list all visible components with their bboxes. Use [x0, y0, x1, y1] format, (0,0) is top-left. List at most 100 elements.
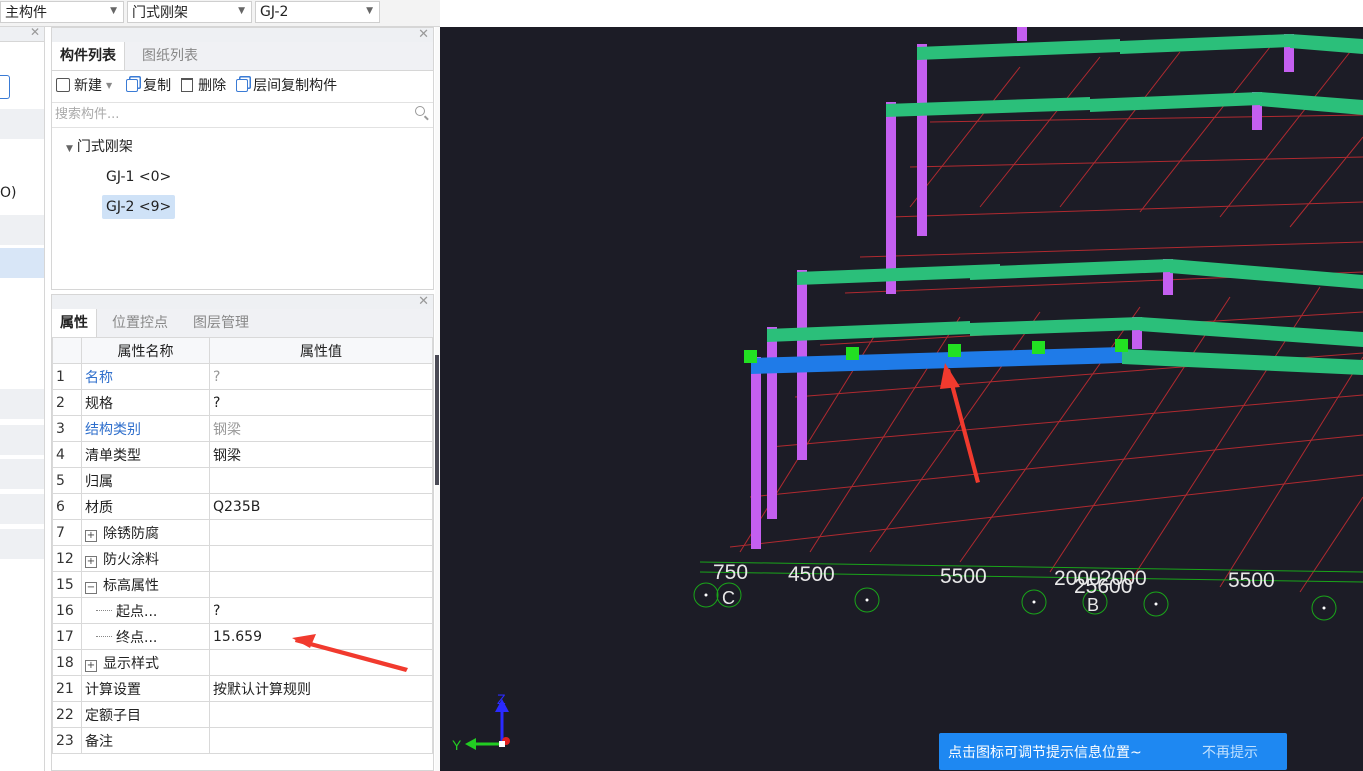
property-value[interactable] — [209, 545, 433, 572]
strip-fragment-text: O) — [0, 185, 17, 201]
copy-icon — [236, 78, 249, 92]
row-index: 5 — [52, 467, 82, 494]
strip-button[interactable] — [0, 75, 10, 99]
close-icon[interactable]: ✕ — [418, 294, 429, 309]
annotation-arrow — [292, 634, 408, 672]
floor-copy-label: 层间复制构件 — [253, 78, 338, 94]
strip-row[interactable] — [0, 459, 44, 489]
3d-viewport[interactable]: 750 4500 5500 2000 2000 25600 5500 C B Z… — [440, 27, 1363, 771]
component-name-value: GJ-2 — [260, 4, 289, 20]
delete-button[interactable]: 删除 — [181, 75, 226, 95]
new-button[interactable]: 新建 ▼ — [56, 75, 116, 95]
property-value[interactable] — [209, 519, 433, 546]
table-row[interactable]: 16 起点... ? — [52, 597, 433, 624]
strip-row[interactable] — [0, 215, 44, 245]
annotation-arrow-viewport — [940, 363, 980, 483]
caret-down-icon[interactable]: ▼ — [66, 144, 73, 154]
property-name: 显示样式 — [103, 655, 159, 672]
new-file-icon — [56, 78, 70, 92]
copy-icon — [126, 78, 139, 92]
strip-row-selected[interactable] — [0, 248, 44, 278]
row-index: 4 — [52, 441, 82, 468]
property-name: 起点... — [81, 597, 210, 624]
chevron-down-icon: ▼ — [238, 6, 245, 16]
table-row[interactable]: 6 材质 Q235B — [52, 493, 433, 520]
property-value[interactable]: 按默认计算规则 — [209, 675, 433, 702]
strip-row[interactable] — [0, 529, 44, 559]
property-value[interactable]: 钢梁 — [209, 441, 433, 468]
property-value[interactable] — [209, 571, 433, 598]
table-row[interactable]: 12 + 防火涂料 — [52, 545, 433, 572]
property-name: 名称 — [81, 363, 210, 390]
tree-item-gj2[interactable]: GJ-2 <9> — [102, 195, 176, 219]
grid-header-name: 属性名称 — [81, 337, 210, 364]
property-value[interactable]: ? — [209, 363, 433, 390]
search-icon[interactable] — [415, 106, 425, 116]
strip-row[interactable] — [0, 109, 44, 139]
property-name: 防火涂料 — [103, 551, 159, 568]
copy-button[interactable]: 复制 — [126, 75, 171, 95]
dimension-label: 25600 — [1074, 575, 1132, 598]
row-index: 6 — [52, 493, 82, 520]
component-list-panel: ✕ 构件列表 图纸列表 新建 ▼ 复制 删除 层间复制构件 ▼门式刚架 GJ-1… — [51, 27, 434, 290]
component-type-select[interactable]: 主构件 ▼ — [0, 1, 124, 23]
tip-toast[interactable]: 点击图标可调节提示信息位置~ 不再提示 — [939, 733, 1287, 770]
property-grid: 属性名称 属性值 1 名称 ? 2 规格 ? 3 结构类别 钢梁 4 清单类型 … — [52, 337, 433, 754]
table-row[interactable]: 22 定额子目 — [52, 701, 433, 728]
axis-gizmo: Z Y — [452, 691, 510, 753]
dismiss-tip-button[interactable]: 不再提示 — [1202, 742, 1258, 762]
model-canvas[interactable]: 750 4500 5500 2000 2000 25600 5500 C B Z… — [440, 27, 1363, 771]
property-name: 除锈防腐 — [103, 525, 159, 542]
strip-row[interactable] — [0, 425, 44, 455]
expand-icon[interactable]: + — [85, 529, 97, 542]
axis-label-c: C — [722, 588, 735, 608]
property-value[interactable]: 钢梁 — [209, 415, 433, 442]
close-icon[interactable]: ✕ — [30, 25, 40, 39]
property-value[interactable] — [209, 727, 433, 754]
component-name-select[interactable]: GJ-2 ▼ — [255, 1, 380, 23]
component-type-value: 主构件 — [5, 5, 47, 21]
table-row[interactable]: 23 备注 — [52, 727, 433, 754]
table-row[interactable]: 21 计算设置 按默认计算规则 — [52, 675, 433, 702]
floor-copy-button[interactable]: 层间复制构件 — [236, 75, 337, 95]
table-row[interactable]: 2 规格 ? — [52, 389, 433, 416]
property-value[interactable]: ? — [209, 389, 433, 416]
splitter-grip[interactable] — [435, 355, 439, 485]
property-value[interactable] — [209, 701, 433, 728]
property-value[interactable]: Q235B — [209, 493, 433, 520]
left-navigation-panel: ✕ O) — [0, 25, 45, 771]
property-value[interactable]: ? — [209, 597, 433, 624]
tab-control-points[interactable]: 位置控点 — [104, 309, 176, 337]
table-row[interactable]: 15 − 标高属性 — [52, 571, 433, 598]
collapse-icon[interactable]: − — [85, 581, 97, 594]
close-icon[interactable]: ✕ — [418, 27, 429, 42]
tab-component-list[interactable]: 构件列表 — [52, 42, 125, 70]
table-row[interactable]: 7 + 除锈防腐 — [52, 519, 433, 546]
tree-item-gj1[interactable]: GJ-1 <0> — [102, 165, 175, 189]
row-index: 7 — [52, 519, 82, 546]
strip-row[interactable] — [0, 389, 44, 419]
expand-icon[interactable]: + — [85, 659, 97, 672]
table-row[interactable]: 4 清单类型 钢梁 — [52, 441, 433, 468]
tab-layer-management[interactable]: 图层管理 — [185, 309, 257, 337]
copy-label: 复制 — [143, 78, 172, 94]
property-name: 备注 — [81, 727, 210, 754]
tab-properties[interactable]: 属性 — [52, 309, 97, 337]
row-index: 23 — [52, 727, 82, 754]
chevron-down-icon[interactable]: ▼ — [106, 81, 112, 90]
property-panel: ✕ 属性 位置控点 图层管理 属性名称 属性值 1 名称 ? 2 规格 ? 3 … — [51, 294, 434, 771]
strip-row[interactable] — [0, 494, 44, 524]
table-row[interactable]: 5 归属 — [52, 467, 433, 494]
tree-root[interactable]: ▼ 门式刚架 — [66, 135, 133, 161]
expand-icon[interactable]: + — [85, 555, 97, 568]
tab-drawing-list[interactable]: 图纸列表 — [134, 42, 206, 70]
property-value[interactable] — [209, 467, 433, 494]
search-input[interactable] — [52, 103, 395, 125]
table-row[interactable]: 3 结构类别 钢梁 — [52, 415, 433, 442]
component-category-select[interactable]: 门式刚架 ▼ — [127, 1, 252, 23]
row-index: 21 — [52, 675, 82, 702]
table-row[interactable]: 1 名称 ? — [52, 363, 433, 390]
dimension-label: 5500 — [940, 565, 987, 588]
property-name: 清单类型 — [81, 441, 210, 468]
axis-dots — [704, 593, 1326, 610]
